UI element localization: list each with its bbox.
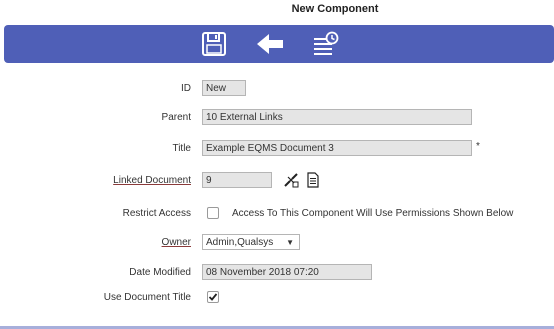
id-label: ID bbox=[181, 83, 191, 94]
owner-select[interactable]: Admin,Qualsys ▼ bbox=[202, 234, 300, 250]
dropdown-arrow-icon: ▼ bbox=[286, 238, 294, 247]
back-button[interactable] bbox=[256, 30, 284, 58]
use-document-title-checkbox[interactable] bbox=[207, 291, 219, 303]
use-document-title-row: Use Document Title bbox=[0, 289, 554, 307]
title-input[interactable]: Example EQMS Document 3 bbox=[202, 140, 472, 156]
title-row: Title Example EQMS Document 3 * bbox=[0, 140, 554, 158]
date-modified-row: Date Modified 08 November 2018 07:20 bbox=[0, 264, 554, 282]
use-document-title-label: Use Document Title bbox=[103, 292, 191, 303]
save-icon bbox=[202, 32, 226, 56]
owner-link[interactable]: Owner bbox=[162, 237, 191, 248]
owner-row: Owner Admin,Qualsys ▼ bbox=[0, 234, 554, 252]
checkmark-icon bbox=[208, 293, 218, 301]
header: New Component bbox=[0, 0, 554, 22]
linked-document-link[interactable]: Linked Document bbox=[113, 175, 191, 186]
linked-document-row: Linked Document 9 bbox=[0, 172, 554, 190]
save-button[interactable] bbox=[200, 30, 228, 58]
view-document-button[interactable] bbox=[305, 172, 321, 188]
page-title: New Component bbox=[291, 3, 379, 15]
title-label: Title bbox=[172, 143, 191, 154]
required-marker: * bbox=[476, 141, 480, 152]
document-icon bbox=[307, 172, 319, 188]
history-icon bbox=[314, 31, 339, 55]
parent-label: Parent bbox=[161, 112, 191, 123]
date-modified-field: 08 November 2018 07:20 bbox=[202, 264, 372, 280]
parent-field: 10 External Links bbox=[202, 109, 472, 125]
unlink-document-button[interactable] bbox=[283, 172, 299, 188]
restrict-access-checkbox[interactable] bbox=[207, 207, 219, 219]
date-modified-label: Date Modified bbox=[129, 267, 191, 278]
id-row: ID New bbox=[0, 80, 554, 98]
unlink-icon bbox=[284, 173, 299, 188]
restrict-access-label: Restrict Access bbox=[122, 208, 191, 219]
history-button[interactable] bbox=[312, 30, 340, 58]
toolbar bbox=[4, 25, 554, 63]
id-field: New bbox=[202, 80, 246, 96]
restrict-access-row: Restrict Access Access To This Component… bbox=[0, 205, 554, 223]
back-arrow-icon bbox=[257, 34, 283, 54]
parent-row: Parent 10 External Links bbox=[0, 109, 554, 127]
linked-document-field: 9 bbox=[202, 172, 272, 188]
restrict-access-text: Access To This Component Will Use Permis… bbox=[232, 208, 514, 219]
owner-selected-value: Admin,Qualsys bbox=[206, 237, 274, 248]
